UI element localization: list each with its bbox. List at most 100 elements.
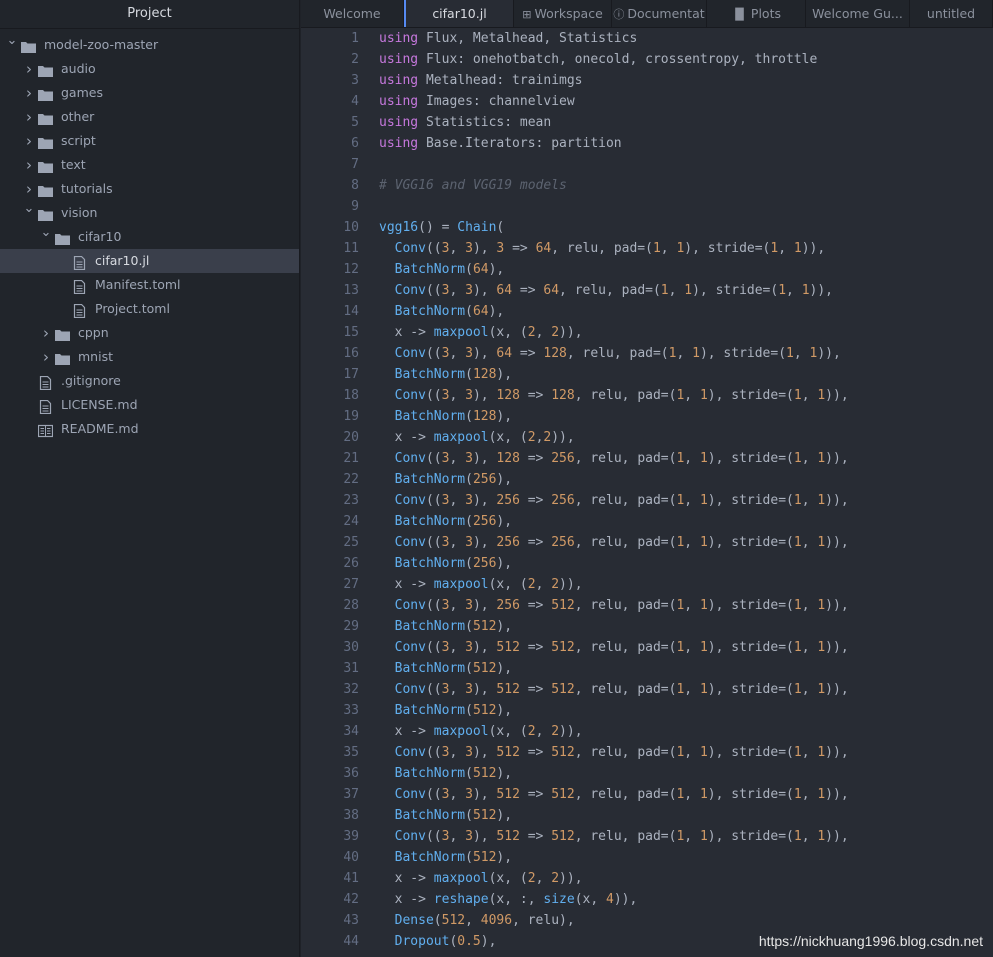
code-line[interactable]: x -> maxpool(x, (2, 2)),	[379, 721, 993, 742]
code-line[interactable]: Conv((3, 3), 512 => 512, relu, pad=(1, 1…	[379, 679, 993, 700]
code-line[interactable]: BatchNorm(64),	[379, 301, 993, 322]
code-line[interactable]	[379, 154, 993, 175]
code-line[interactable]: BatchNorm(512),	[379, 700, 993, 721]
code-token: (	[465, 850, 473, 865]
code-line[interactable]: BatchNorm(64),	[379, 259, 993, 280]
chevron-right-icon[interactable]: ›	[23, 153, 35, 177]
code-line[interactable]: BatchNorm(512),	[379, 805, 993, 826]
tree-folder-item[interactable]: › mnist	[0, 345, 299, 369]
code-line[interactable]: using Statistics: mean	[379, 112, 993, 133]
code-line[interactable]: x -> maxpool(x, (2,2)),	[379, 427, 993, 448]
code-line[interactable]: Conv((3, 3), 512 => 512, relu, pad=(1, 1…	[379, 742, 993, 763]
tree-file-item[interactable]: .gitignore	[0, 369, 299, 393]
code-line[interactable]: BatchNorm(512),	[379, 763, 993, 784]
tree-folder-item[interactable]: › tutorials	[0, 177, 299, 201]
code-token: =>	[519, 640, 552, 655]
tab-cifar10-jl[interactable]: cifar10.jl	[404, 0, 514, 27]
folder-icon	[55, 350, 70, 365]
code-line[interactable]: Conv((3, 3), 64 => 128, relu, pad=(1, 1)…	[379, 343, 993, 364]
code-line[interactable]: Conv((3, 3), 64 => 64, relu, pad=(1, 1),…	[379, 280, 993, 301]
tree-folder-item[interactable]: ⌄ model-zoo-master	[0, 33, 299, 57]
tree-folder-item[interactable]: ⌄ cifar10	[0, 225, 299, 249]
code-line[interactable]: Conv((3, 3), 256 => 256, relu, pad=(1, 1…	[379, 490, 993, 511]
code-line[interactable]: Conv((3, 3), 512 => 512, relu, pad=(1, 1…	[379, 826, 993, 847]
chevron-right-icon[interactable]: ›	[23, 81, 35, 105]
code-token: ,	[684, 745, 700, 760]
code-line[interactable]: using Flux: onehotbatch, onecold, crosse…	[379, 49, 993, 70]
code-area[interactable]: using Flux, Metalhead, Statistics using F…	[379, 28, 993, 952]
code-line[interactable]: Conv((3, 3), 256 => 512, relu, pad=(1, 1…	[379, 595, 993, 616]
code-token: ,	[449, 535, 466, 550]
tree-file-item[interactable]: cifar10.jl	[0, 249, 299, 273]
code-line[interactable]: BatchNorm(256),	[379, 511, 993, 532]
tree-file-item[interactable]: LICENSE.md	[0, 393, 299, 417]
code-line[interactable]: Conv((3, 3), 128 => 128, relu, pad=(1, 1…	[379, 385, 993, 406]
code-token: ), stride=(	[707, 682, 794, 697]
tree-folder-item[interactable]: › cppn	[0, 321, 299, 345]
tree-folder-item[interactable]: › audio	[0, 57, 299, 81]
code-line[interactable]: BatchNorm(512),	[379, 847, 993, 868]
tree-item-label: vision	[61, 205, 98, 220]
file-icon	[72, 302, 87, 319]
tab-untitled[interactable]: untitled	[910, 0, 993, 27]
chevron-right-icon[interactable]: ›	[40, 345, 52, 369]
code-line[interactable]: using Base.Iterators: partition	[379, 133, 993, 154]
code-line[interactable]: using Images: channelview	[379, 91, 993, 112]
code-line[interactable]: BatchNorm(512),	[379, 658, 993, 679]
code-line[interactable]: Conv((3, 3), 512 => 512, relu, pad=(1, 1…	[379, 637, 993, 658]
code-token: BatchNorm	[394, 262, 466, 277]
code-token: () =	[418, 220, 458, 235]
tab-plots[interactable]: ▐▌ Plots	[707, 0, 806, 27]
code-line[interactable]: BatchNorm(128),	[379, 364, 993, 385]
tree-file-item[interactable]: README.md	[0, 417, 299, 441]
chevron-right-icon[interactable]: ›	[23, 57, 35, 81]
code-line[interactable]: x -> maxpool(x, (2, 2)),	[379, 574, 993, 595]
code-line[interactable]: BatchNorm(256),	[379, 469, 993, 490]
chevron-down-icon[interactable]: ⌄	[6, 29, 18, 53]
code-line[interactable]: Dense(512, 4096, relu),	[379, 910, 993, 931]
code-token: 64	[496, 283, 513, 298]
code-token: ,	[684, 598, 700, 613]
tree-folder-item[interactable]: › script	[0, 129, 299, 153]
code-line[interactable]: vgg16() = Chain(	[379, 217, 993, 238]
code-editor[interactable]: 1 2 3 4 5 6 7 8 9 10 11 12 13 14 15 16 17 18 19 20 21 22 23 24 2…	[301, 28, 993, 957]
code-line[interactable]: Conv((3, 3), 256 => 256, relu, pad=(1, 1…	[379, 532, 993, 553]
tree-folder-item[interactable]: › games	[0, 81, 299, 105]
code-line[interactable]: Conv((3, 3), 512 => 512, relu, pad=(1, 1…	[379, 784, 993, 805]
code-token: ,	[449, 682, 466, 697]
tab-welcome[interactable]: Welcome	[301, 0, 404, 27]
chevron-right-icon[interactable]: ›	[23, 105, 35, 129]
code-token: )),	[817, 346, 841, 361]
tree-folder-item[interactable]: › text	[0, 153, 299, 177]
chevron-right-icon[interactable]: ›	[40, 321, 52, 345]
tab-workspace[interactable]: ⊞ Workspace	[514, 0, 612, 27]
code-line[interactable]: # VGG16 and VGG19 models	[379, 175, 993, 196]
chevron-down-icon[interactable]: ⌄	[40, 221, 52, 245]
code-token: ),	[488, 304, 505, 319]
code-line[interactable]: x -> maxpool(x, (2, 2)),	[379, 322, 993, 343]
code-line[interactable]: Conv((3, 3), 128 => 256, relu, pad=(1, 1…	[379, 448, 993, 469]
tree-folder-item[interactable]: › other	[0, 105, 299, 129]
tab-welcome-gu[interactable]: Welcome Gu...	[806, 0, 910, 27]
tree-file-item[interactable]: Manifest.toml	[0, 273, 299, 297]
code-line[interactable]: BatchNorm(128),	[379, 406, 993, 427]
code-line[interactable]: Conv((3, 3), 3 => 64, relu, pad=(1, 1), …	[379, 238, 993, 259]
code-line[interactable]: BatchNorm(256),	[379, 553, 993, 574]
code-token: ,	[801, 493, 818, 508]
code-token: 2	[551, 577, 560, 592]
code-line[interactable]: BatchNorm(512),	[379, 616, 993, 637]
code-line[interactable]: x -> maxpool(x, (2, 2)),	[379, 868, 993, 889]
code-token: (	[465, 304, 473, 319]
code-line[interactable]: using Flux, Metalhead, Statistics	[379, 28, 993, 49]
code-token: =>	[519, 829, 552, 844]
chevron-down-icon[interactable]: ⌄	[23, 197, 35, 221]
code-token: 64	[543, 283, 560, 298]
tab-documentat[interactable]: ⓘ Documentat	[612, 0, 707, 27]
code-line[interactable]: using Metalhead: trainimgs	[379, 70, 993, 91]
chevron-right-icon[interactable]: ›	[23, 129, 35, 153]
code-line[interactable]: x -> reshape(x, :, size(x, 4)),	[379, 889, 993, 910]
code-line[interactable]	[379, 196, 993, 217]
tree-file-item[interactable]: Project.toml	[0, 297, 299, 321]
